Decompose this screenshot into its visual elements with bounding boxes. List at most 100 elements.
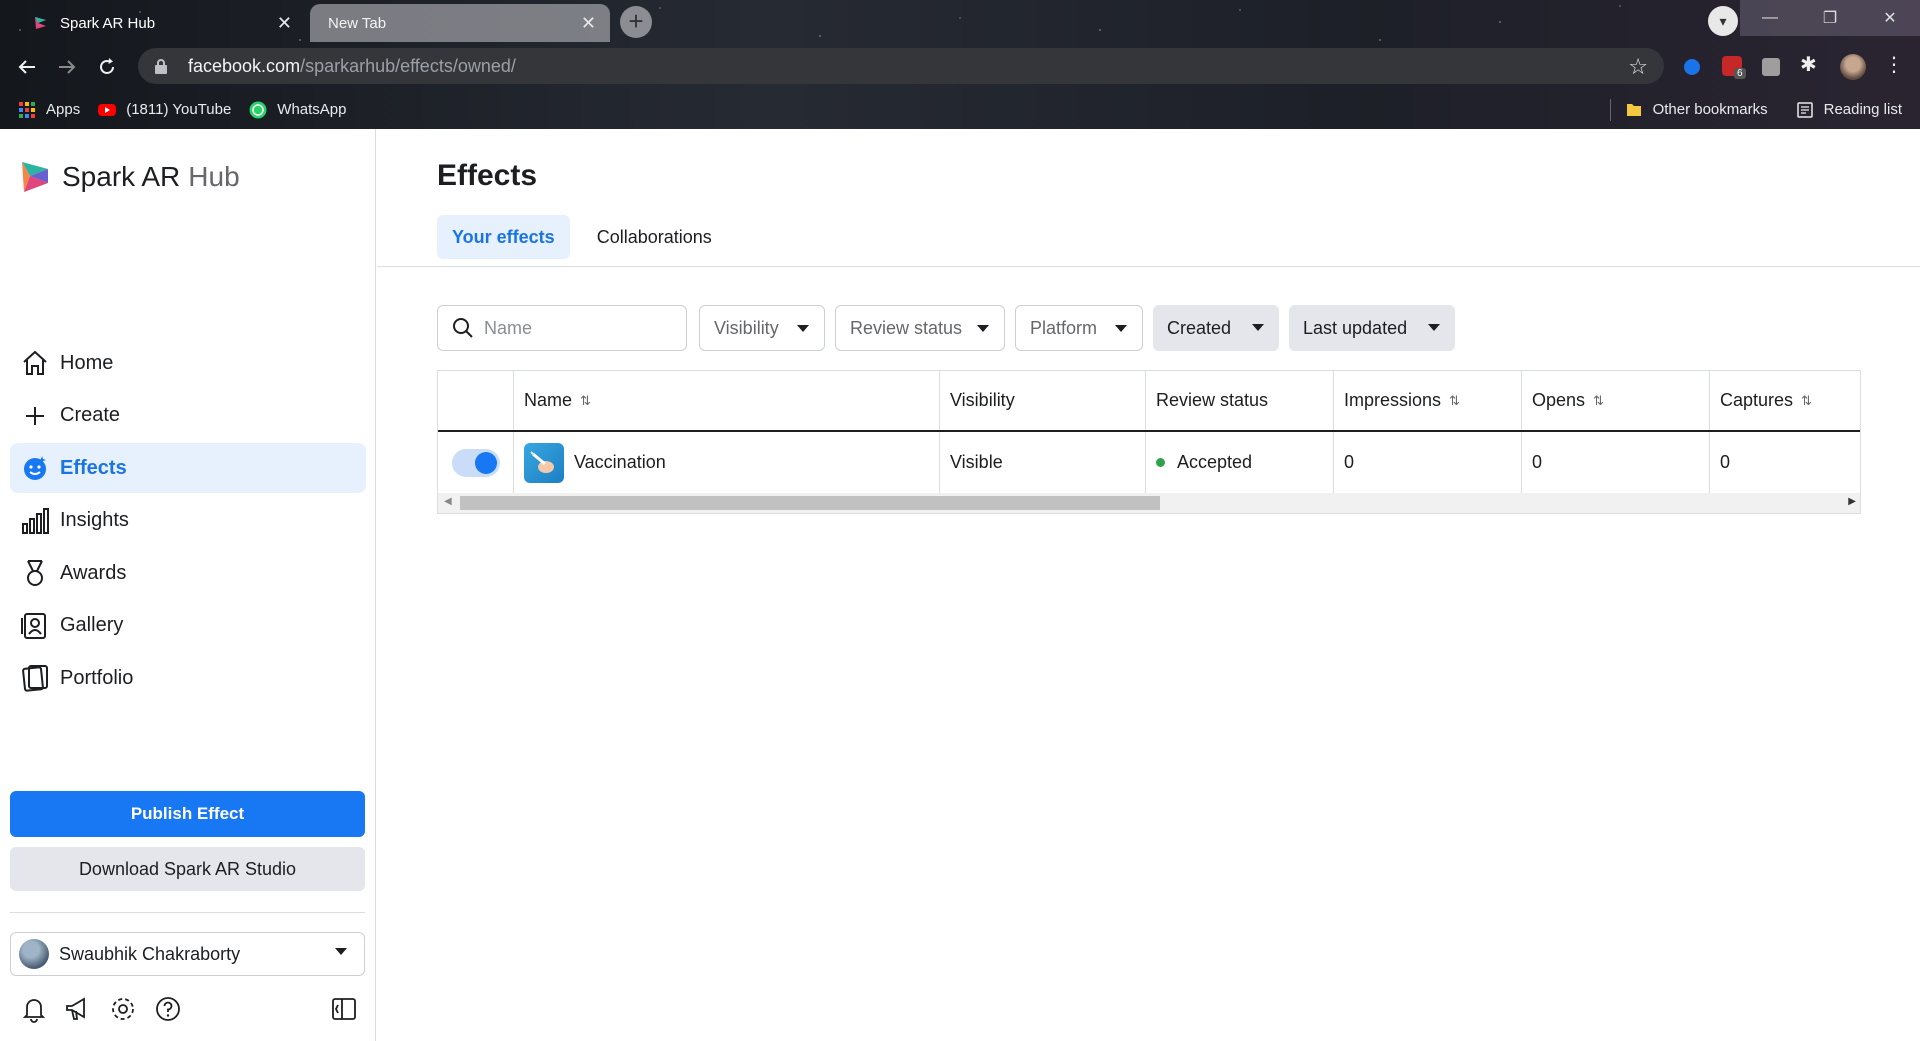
column-header-opens[interactable]: Opens ⇅: [1522, 371, 1710, 430]
scroll-right-icon[interactable]: ▶: [1848, 496, 1856, 507]
opens-cell: 0: [1522, 432, 1710, 493]
column-label: Impressions: [1344, 390, 1442, 410]
column-label: Review status: [1156, 390, 1269, 410]
sidebar-item-home[interactable]: Home: [10, 338, 366, 388]
avatar: [19, 939, 49, 969]
browser-tab-active[interactable]: Spark AR Hub ✕: [14, 4, 306, 42]
sort-arrows-icon[interactable]: ⇅: [1593, 393, 1604, 409]
bookmark-apps[interactable]: Apps: [18, 101, 80, 119]
bell-icon[interactable]: [20, 995, 48, 1023]
page-title: Effects: [437, 159, 538, 192]
whatsapp-icon: [249, 101, 267, 118]
caret-down-icon: [977, 325, 989, 332]
close-tab-icon[interactable]: ✕: [581, 13, 596, 34]
url-host: facebook.com: [188, 55, 301, 76]
horizontal-scrollbar[interactable]: ◀ ▶: [438, 493, 1860, 513]
close-tab-icon[interactable]: ✕: [277, 13, 292, 34]
dropdown-label: Review status: [850, 317, 963, 338]
reload-icon[interactable]: [92, 52, 122, 82]
bookmark-other[interactable]: Other bookmarks: [1625, 101, 1768, 119]
browser-tab-inactive[interactable]: New Tab ✕: [310, 4, 610, 42]
name-cell[interactable]: Vaccination: [514, 432, 940, 493]
bookmark-separator: [1609, 98, 1611, 121]
tab-collaborations[interactable]: Collaborations: [582, 215, 727, 259]
sidebar-item-label: Home: [60, 351, 114, 374]
search-icon: [453, 318, 473, 338]
sort-arrows-icon[interactable]: ⇅: [580, 393, 591, 409]
settings-gear-icon[interactable]: [109, 995, 137, 1023]
extension-icon[interactable]: [1684, 59, 1700, 75]
gallery-icon: [20, 611, 50, 641]
collapse-sidebar-icon[interactable]: [330, 995, 358, 1023]
column-header-name[interactable]: Name ⇅: [514, 371, 940, 430]
forward-icon[interactable]: [52, 52, 82, 82]
brand-logo[interactable]: Spark AR Hub: [20, 159, 240, 195]
header-toggle-col: [438, 371, 514, 430]
help-icon[interactable]: [154, 995, 182, 1023]
review-status-filter[interactable]: Review status: [835, 305, 1005, 351]
caret-down-icon: [1428, 324, 1440, 331]
download-studio-button[interactable]: Download Spark AR Studio: [10, 847, 365, 891]
spark-ar-logo-icon: [22, 162, 48, 192]
table-row[interactable]: Vaccination Visible Accepted 0 0 0: [438, 432, 1860, 493]
sidebar-item-effects[interactable]: Effects: [10, 443, 366, 493]
visibility-value: Visible: [950, 452, 1003, 472]
platform-filter[interactable]: Platform: [1015, 305, 1143, 351]
captures-cell: 0: [1710, 432, 1860, 493]
last-updated-sort[interactable]: Last updated: [1289, 305, 1455, 351]
dropdown-label: Platform: [1030, 317, 1098, 338]
tab-your-effects[interactable]: Your effects: [437, 215, 570, 259]
opens-value: 0: [1532, 452, 1543, 472]
bookmark-star-icon[interactable]: ☆: [1628, 54, 1648, 80]
sidebar-item-label: Effects: [60, 456, 127, 479]
portfolio-icon: [20, 663, 50, 693]
captures-value: 0: [1720, 452, 1731, 472]
new-tab-button[interactable]: +: [620, 6, 652, 38]
effects-icon: [20, 453, 50, 483]
column-header-captures[interactable]: Captures ⇅: [1710, 371, 1860, 430]
header-divider: [377, 266, 1920, 267]
restore-button[interactable]: ❐: [1800, 0, 1860, 36]
tab-search-icon[interactable]: ▾: [1708, 6, 1738, 36]
browser-tab-title: Spark AR Hub: [60, 14, 156, 32]
extension-icon[interactable]: [1762, 58, 1780, 76]
bookmark-label: Reading list: [1823, 101, 1902, 118]
browser-tab-title: New Tab: [328, 14, 387, 32]
column-header-visibility: Visibility: [940, 371, 1146, 430]
brand-name: Spark AR: [62, 161, 181, 192]
bookmark-label: WhatsApp: [277, 101, 347, 118]
scroll-left-icon[interactable]: ◀: [444, 496, 452, 507]
sidebar-item-portfolio[interactable]: Portfolio: [10, 653, 366, 703]
sidebar-item-awards[interactable]: Awards: [10, 548, 366, 598]
bookmarks-right: Other bookmarks Reading list: [1609, 90, 1902, 129]
browser-menu-icon[interactable]: ⋮: [1884, 52, 1906, 76]
account-switcher[interactable]: Swaubhik Chakraborty: [10, 932, 365, 976]
puzzle-extensions-icon[interactable]: ✱: [1800, 52, 1824, 76]
extension-badge: 6: [1734, 68, 1746, 79]
scrollbar-thumb[interactable]: [460, 496, 1160, 510]
effect-enabled-toggle[interactable]: [452, 448, 500, 477]
sidebar-item-gallery[interactable]: Gallery: [10, 601, 366, 651]
address-bar[interactable]: facebook.com/sparkarhub/effects/owned/ ☆: [138, 48, 1664, 84]
sidebar-item-label: Create: [60, 404, 121, 426]
reading-list[interactable]: Reading list: [1796, 101, 1902, 119]
bookmark-youtube[interactable]: (1811) YouTube: [98, 101, 231, 119]
bookmark-whatsapp[interactable]: WhatsApp: [249, 101, 347, 119]
sidebar-item-create[interactable]: Create: [10, 391, 366, 441]
search-input[interactable]: [484, 317, 674, 339]
created-sort[interactable]: Created: [1153, 305, 1279, 351]
sidebar-item-insights[interactable]: Insights: [10, 496, 366, 546]
search-box[interactable]: [437, 305, 687, 351]
column-header-impressions[interactable]: Impressions ⇅: [1334, 371, 1522, 430]
sort-arrows-icon[interactable]: ⇅: [1801, 393, 1812, 409]
back-icon[interactable]: [12, 52, 42, 82]
close-window-button[interactable]: ✕: [1860, 0, 1920, 36]
minimize-button[interactable]: —: [1740, 0, 1800, 36]
megaphone-icon[interactable]: [64, 995, 92, 1023]
profile-avatar[interactable]: [1840, 54, 1866, 80]
visibility-filter[interactable]: Visibility: [699, 305, 825, 351]
sort-arrows-icon[interactable]: ⇅: [1449, 393, 1460, 409]
hand-syringe-icon: [530, 450, 554, 473]
bookmark-label: (1811) YouTube: [126, 101, 232, 118]
publish-effect-button[interactable]: Publish Effect: [10, 791, 365, 837]
